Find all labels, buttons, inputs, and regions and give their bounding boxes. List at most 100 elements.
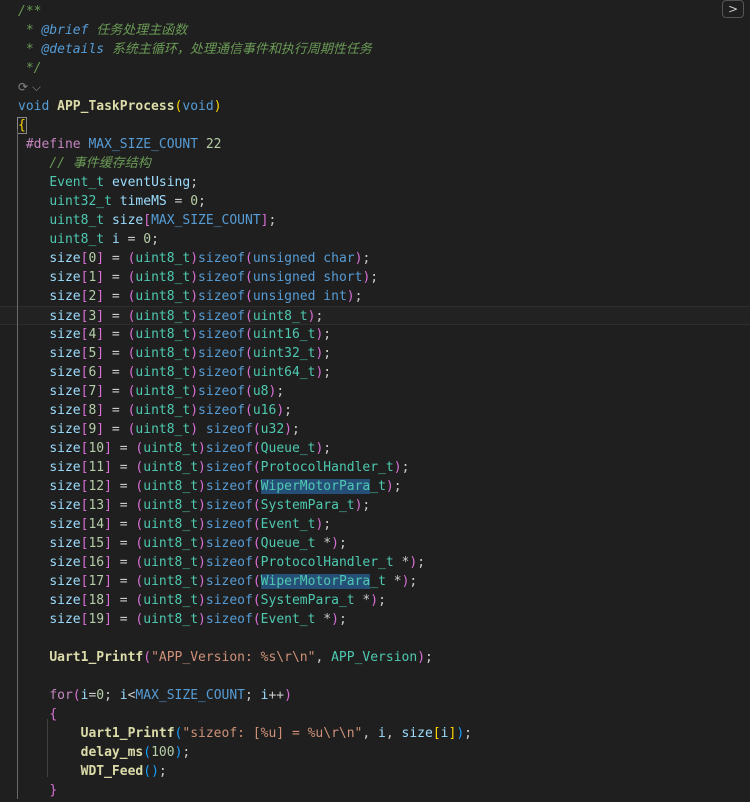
- code-token: (: [245, 384, 253, 399]
- code-line[interactable]: size[16] = (uint8_t)sizeof(ProtocolHandl…: [0, 553, 750, 572]
- code-token: uint8_t: [135, 309, 191, 324]
- code-line[interactable]: // 事件缓存结构: [0, 154, 750, 173]
- code-line[interactable]: size[12] = (uint8_t)sizeof(WiperMotorPar…: [0, 477, 750, 496]
- code-line[interactable]: * @brief 任务处理主函数: [0, 21, 750, 40]
- code-line[interactable]: size[4] = (uint8_t)sizeof(uint16_t);: [0, 325, 750, 344]
- code-line[interactable]: size[13] = (uint8_t)sizeof(SystemPara_t)…: [0, 496, 750, 515]
- code-line[interactable]: */: [0, 59, 750, 78]
- code-line[interactable]: delay_ms(100);: [0, 743, 750, 762]
- code-editor[interactable]: /** * @brief 任务处理主函数 * @details 系统主循环，处理…: [0, 0, 750, 802]
- code-token: size: [49, 365, 81, 380]
- code-token: sizeof: [198, 270, 246, 285]
- code-token: ;: [315, 309, 324, 324]
- code-token: size: [49, 403, 81, 418]
- code-line[interactable]: size[10] = (uint8_t)sizeof(Queue_t);: [0, 439, 750, 458]
- code-line[interactable]: [0, 667, 750, 686]
- code-line[interactable]: size[8] = (uint8_t)sizeof(u16);: [0, 401, 750, 420]
- code-line[interactable]: Event_t eventUsing;: [0, 173, 750, 192]
- code-line[interactable]: void APP_TaskProcess(void): [0, 97, 750, 116]
- code-line[interactable]: size[1] = (uint8_t)sizeof(unsigned short…: [0, 268, 750, 287]
- code-line[interactable]: size[7] = (uint8_t)sizeof(u8);: [0, 382, 750, 401]
- code-line[interactable]: size[0] = (uint8_t)sizeof(unsigned char)…: [0, 249, 750, 268]
- code-line[interactable]: size[5] = (uint8_t)sizeof(uint32_t);: [0, 344, 750, 363]
- code-token: void: [18, 99, 50, 114]
- code-token: size: [49, 460, 81, 475]
- code-line[interactable]: size[15] = (uint8_t)sizeof(Queue_t *);: [0, 534, 750, 553]
- code-token: size: [49, 346, 81, 361]
- code-line[interactable]: * @details 系统主循环，处理通信事件和执行周期性任务: [0, 40, 750, 59]
- code-line[interactable]: size[3] = (uint8_t)sizeof(uint8_t);: [0, 306, 750, 325]
- code-line[interactable]: uint32_t timeMS = 0;: [0, 192, 750, 211]
- code-token: unsigned: [252, 289, 316, 304]
- indent-guide-for-body: [47, 719, 48, 777]
- code-token: ;: [370, 270, 379, 285]
- code-line[interactable]: size[9] = (uint8_t) sizeof(u32);: [0, 420, 750, 439]
- code-token: =: [166, 194, 191, 209]
- code-line[interactable]: size[2] = (uint8_t)sizeof(unsigned int);: [0, 287, 750, 306]
- code-token: (: [252, 574, 261, 589]
- code-token: sizeof: [198, 346, 246, 361]
- code-token: =: [111, 479, 136, 494]
- code-line[interactable]: uint8_t i = 0;: [0, 230, 750, 249]
- code-token: ,: [385, 726, 402, 741]
- code-token: (: [252, 517, 261, 532]
- code-token: sizeof: [198, 289, 246, 304]
- code-line[interactable]: #define MAX_SIZE_COUNT 22: [0, 135, 750, 154]
- code-token: ;: [338, 536, 347, 551]
- code-line[interactable]: ⟳ ⌵: [0, 78, 750, 97]
- code-line[interactable]: [0, 629, 750, 648]
- code-line[interactable]: size[19] = (uint8_t)sizeof(Event_t *);: [0, 610, 750, 629]
- code-token: SystemPara_t: [260, 593, 355, 608]
- code-token: sizeof: [205, 479, 253, 494]
- code-token: eventUsing: [111, 175, 191, 190]
- code-line[interactable]: size[6] = (uint8_t)sizeof(uint64_t);: [0, 363, 750, 382]
- code-token: unsigned: [252, 251, 316, 266]
- code-token: size: [111, 213, 144, 228]
- code-line[interactable]: uint8_t size[MAX_SIZE_COUNT];: [0, 211, 750, 230]
- code-token: ): [190, 346, 199, 361]
- code-token: ]: [104, 612, 112, 627]
- code-line[interactable]: size[18] = (uint8_t)sizeof(SystemPara_t …: [0, 591, 750, 610]
- code-line[interactable]: size[14] = (uint8_t)sizeof(Event_t);: [0, 515, 750, 534]
- code-line[interactable]: /**: [0, 2, 750, 21]
- code-token: for: [49, 688, 73, 703]
- code-token: =: [111, 612, 136, 627]
- code-line[interactable]: {: [0, 705, 750, 724]
- code-token: uint8_t: [135, 251, 191, 266]
- code-line[interactable]: Uart1_Printf("sizeof: [%u] = %u\r\n", i,…: [0, 724, 750, 743]
- code-line[interactable]: size[17] = (uint8_t)sizeof(WiperMotorPar…: [0, 572, 750, 591]
- code-line[interactable]: size[11] = (uint8_t)sizeof(ProtocolHandl…: [0, 458, 750, 477]
- code-token: ]: [96, 251, 105, 266]
- code-line[interactable]: WDT_Feed();: [0, 762, 750, 781]
- expand-panel-button[interactable]: >: [722, 0, 744, 18]
- code-token: ]: [104, 479, 112, 494]
- code-token: ): [190, 422, 199, 437]
- code-token: char: [323, 251, 355, 266]
- code-token: uint8_t: [135, 270, 191, 285]
- code-line[interactable]: {: [0, 116, 750, 135]
- code-token: ;: [354, 289, 363, 304]
- code-token: Event_t: [260, 517, 316, 532]
- code-token: ): [393, 460, 402, 475]
- code-token: =: [111, 555, 136, 570]
- code-line[interactable]: Uart1_Printf("APP_Version: %s\r\n", APP_…: [0, 648, 750, 667]
- code-token: =: [104, 289, 128, 304]
- code-token: _t: [370, 479, 386, 494]
- code-line[interactable]: }: [0, 781, 750, 800]
- code-token: ;: [323, 517, 332, 532]
- code-token: ++: [268, 688, 285, 703]
- code-token: ]: [104, 574, 112, 589]
- code-line[interactable]: for(i=0; i<MAX_SIZE_COUNT; i++): [0, 686, 750, 705]
- code-token: ): [456, 726, 465, 741]
- code-token: *: [393, 555, 410, 570]
- code-token: uint8_t: [143, 498, 199, 513]
